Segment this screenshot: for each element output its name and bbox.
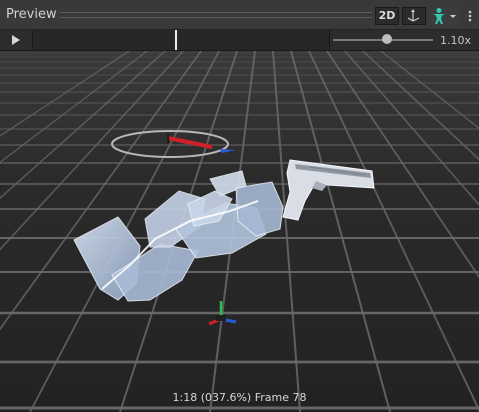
preview-viewport[interactable]: 1:18 (037.6%) Frame 78 <box>0 51 479 412</box>
playback-speed-thumb[interactable] <box>382 34 392 44</box>
toggle-2d-button[interactable]: 2D <box>375 7 399 25</box>
playhead[interactable] <box>175 30 177 50</box>
kebab-menu-icon <box>468 10 472 22</box>
avatar-button[interactable] <box>429 7 461 25</box>
playback-controls: 1.10x <box>0 30 479 51</box>
play-button[interactable] <box>2 31 30 49</box>
avatar-icon <box>433 8 456 24</box>
scene-render <box>0 51 479 412</box>
play-icon <box>12 35 20 45</box>
pivot-icon <box>407 9 420 22</box>
playback-speed-value: 1.10x <box>440 34 472 47</box>
frame-status: 1:18 (037.6%) Frame 78 <box>172 391 307 404</box>
preview-titlebar: Preview 2D <box>0 0 479 30</box>
timeline-scrubber[interactable] <box>32 30 330 50</box>
panel-menu-button[interactable] <box>465 7 475 25</box>
pivot-button[interactable] <box>402 7 426 25</box>
panel-title: Preview <box>6 7 57 22</box>
drag-grip[interactable] <box>60 12 372 18</box>
